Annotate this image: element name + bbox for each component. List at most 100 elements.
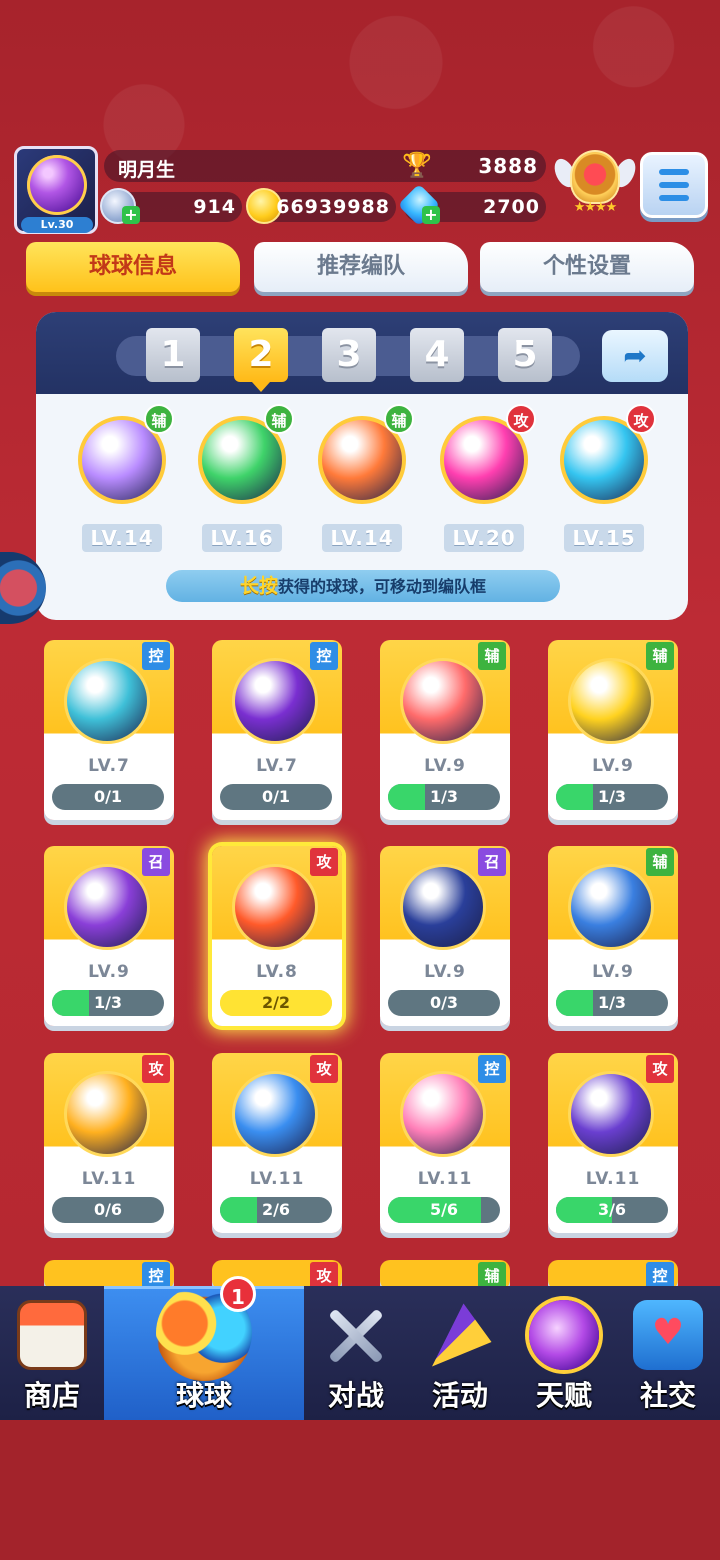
player-level: Lv.30 bbox=[21, 217, 93, 233]
nav-talent[interactable]: 天赋 bbox=[512, 1286, 616, 1420]
ball-level: LV.9 bbox=[424, 756, 466, 776]
team-panel: 1 2 3 4 5 ➦ 辅 辅 辅 攻 攻 LV.14 LV.16 LV.14 … bbox=[36, 312, 688, 620]
ball-level: LV.11 bbox=[417, 1169, 473, 1189]
team-ball-level: LV.14 bbox=[82, 524, 162, 552]
upgrade-progress-bar: 5/6 bbox=[388, 1197, 500, 1223]
team-slot-3[interactable]: 3 bbox=[322, 328, 376, 382]
ball-icon bbox=[400, 1071, 486, 1157]
ball-card[interactable]: 攻 LV.8 2/2 bbox=[212, 846, 342, 1026]
add-silver-button[interactable]: + bbox=[122, 206, 140, 224]
ball-icon bbox=[232, 864, 318, 950]
hint-text: 获得的球球，可移动到编队框 bbox=[278, 577, 487, 596]
menu-line-icon bbox=[659, 182, 689, 188]
ball-card[interactable]: 控 LV.11 5/6 bbox=[380, 1053, 510, 1233]
ball-icon bbox=[568, 864, 654, 950]
ball-card[interactable]: 召 LV.9 1/3 bbox=[44, 846, 174, 1026]
nav-label: 活动 bbox=[431, 1379, 488, 1412]
name-bar: 明月生 🏆 3888 bbox=[104, 150, 546, 182]
ball-type-tag: 召 bbox=[478, 848, 506, 876]
player-avatar[interactable]: Lv.30 bbox=[14, 146, 98, 234]
gem-value: 2700 bbox=[483, 196, 540, 218]
ball-card[interactable]: 攻 LV.11 0/6 bbox=[44, 1053, 174, 1233]
team-ball-1[interactable]: 辅 bbox=[72, 404, 174, 512]
ball-card[interactable]: 控 LV.7 0/1 bbox=[44, 640, 174, 820]
ball-card[interactable]: 辅 LV.9 1/3 bbox=[548, 640, 678, 820]
ball-type-tag: 攻 bbox=[626, 404, 656, 434]
upgrade-progress-bar: 1/3 bbox=[52, 990, 164, 1016]
team-slot-2[interactable]: 2 bbox=[234, 328, 288, 392]
ball-card[interactable]: 辅 LV.9 1/3 bbox=[548, 846, 678, 1026]
ball-type-tag: 攻 bbox=[646, 1055, 674, 1083]
ball-type-tag: 辅 bbox=[144, 404, 174, 434]
ball-type-tag: 控 bbox=[142, 642, 170, 670]
ball-type-tag: 召 bbox=[142, 848, 170, 876]
nav-label: 球球 bbox=[175, 1379, 232, 1412]
progress-text: 3/6 bbox=[597, 1200, 627, 1219]
tab-ball-info[interactable]: 球球信息 bbox=[26, 242, 240, 292]
nav-label: 对战 bbox=[327, 1379, 384, 1412]
ball-level: LV.11 bbox=[585, 1169, 641, 1189]
team-slot-5[interactable]: 5 bbox=[498, 328, 552, 382]
avatar-orb-icon bbox=[27, 155, 87, 215]
ball-card[interactable]: 辅 LV.9 1/3 bbox=[380, 640, 510, 820]
progress-text: 2/6 bbox=[261, 1200, 291, 1219]
ball-icon bbox=[232, 658, 318, 744]
hint-highlight: 长按 bbox=[239, 575, 278, 597]
upgrade-progress-bar: 0/3 bbox=[388, 990, 500, 1016]
ball-icon bbox=[568, 658, 654, 744]
tab-personal-settings[interactable]: 个性设置 bbox=[480, 242, 694, 292]
ball-card[interactable]: 攻 LV.11 2/6 bbox=[212, 1053, 342, 1233]
trophy-score: 3888 bbox=[478, 154, 538, 178]
upgrade-progress-bar: 1/3 bbox=[388, 784, 500, 810]
player-name: 明月生 bbox=[118, 159, 176, 181]
silver-value: 914 bbox=[193, 196, 236, 218]
rank-shield-icon bbox=[570, 150, 620, 204]
nav-battle[interactable]: 对战 bbox=[304, 1286, 408, 1420]
ball-level: LV.7 bbox=[88, 756, 130, 776]
upgrade-progress-bar: 0/1 bbox=[52, 784, 164, 810]
team-ball-level: LV.15 bbox=[564, 524, 644, 552]
ball-level: LV.11 bbox=[81, 1169, 137, 1189]
chat-heart-icon bbox=[633, 1300, 703, 1370]
team-ball-2[interactable]: 辅 bbox=[192, 404, 294, 512]
share-button[interactable]: ➦ bbox=[602, 330, 668, 382]
progress-text: 5/6 bbox=[429, 1200, 459, 1219]
rank-badge[interactable]: ★★★★ bbox=[550, 148, 640, 220]
nav-balls[interactable]: 球球 bbox=[104, 1285, 304, 1420]
share-icon: ➦ bbox=[623, 339, 647, 372]
team-slot-header: 1 2 3 4 5 ➦ bbox=[36, 312, 688, 394]
ball-card[interactable]: 攻 LV.11 3/6 bbox=[548, 1053, 678, 1233]
shop-icon bbox=[17, 1300, 87, 1370]
ball-card[interactable]: 控 LV.7 0/1 bbox=[212, 640, 342, 820]
progress-text: 1/3 bbox=[597, 993, 627, 1012]
menu-line-icon bbox=[659, 195, 689, 201]
team-ball-4[interactable]: 攻 bbox=[434, 404, 536, 512]
team-ball-5[interactable]: 攻 bbox=[554, 404, 656, 512]
ball-level: LV.7 bbox=[256, 756, 298, 776]
silver-resource[interactable]: + 914 bbox=[100, 188, 242, 224]
add-gem-button[interactable]: + bbox=[422, 206, 440, 224]
ball-type-tag: 攻 bbox=[506, 404, 536, 434]
nav-shop[interactable]: 商店 bbox=[0, 1286, 104, 1420]
ball-card[interactable]: 召 LV.9 0/3 bbox=[380, 846, 510, 1026]
menu-button[interactable] bbox=[640, 152, 708, 218]
progress-text: 0/1 bbox=[261, 787, 291, 806]
team-slot-1[interactable]: 1 bbox=[146, 328, 200, 382]
upgrade-progress-bar: 1/3 bbox=[556, 990, 668, 1016]
gem-resource[interactable]: + 2700 bbox=[397, 183, 546, 227]
team-slot-4[interactable]: 4 bbox=[410, 328, 464, 382]
ball-type-tag: 攻 bbox=[310, 1055, 338, 1083]
gold-resource[interactable]: 66939988 bbox=[246, 188, 396, 224]
upgrade-progress-bar: 1/3 bbox=[556, 784, 668, 810]
ball-icon bbox=[400, 864, 486, 950]
progress-text: 0/1 bbox=[93, 787, 123, 806]
ball-type-tag: 攻 bbox=[142, 1055, 170, 1083]
nav-events[interactable]: 活动 bbox=[408, 1286, 512, 1420]
tab-recommended-team[interactable]: 推荐编队 bbox=[254, 242, 468, 292]
bottom-strip bbox=[0, 1420, 720, 1560]
team-ball-3[interactable]: 辅 bbox=[312, 404, 414, 512]
ball-type-tag: 辅 bbox=[478, 642, 506, 670]
progress-text: 0/3 bbox=[429, 993, 459, 1012]
nav-social[interactable]: 社交 bbox=[616, 1286, 720, 1420]
rank-stars-icon: ★★★★ bbox=[573, 200, 618, 215]
